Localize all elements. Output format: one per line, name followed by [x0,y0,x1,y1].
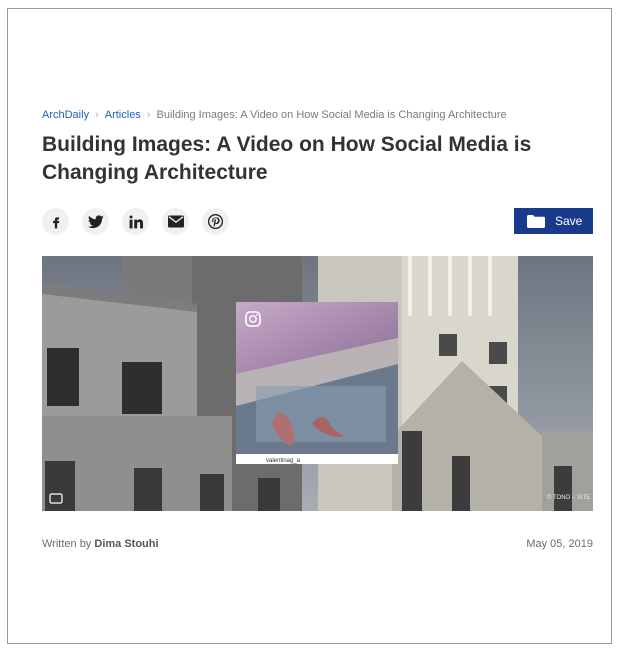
linkedin-share-button[interactable] [122,208,149,235]
breadcrumb-archdaily[interactable]: ArchDaily [42,109,89,121]
save-label: Save [555,214,583,228]
article-title: Building Images: A Video on How Social M… [42,133,532,184]
twitter-icon [87,214,104,228]
twitter-share-button[interactable] [82,208,109,235]
hero-image[interactable]: valentinag_a © TONO – SITE [42,256,593,511]
email-icon [167,215,184,228]
pinterest-share-button[interactable] [202,208,229,235]
byline-prefix: Written by [42,538,92,550]
hero-photo: valentinag_a © TONO – SITE [42,256,593,511]
publish-date: May 05, 2019 [526,538,593,550]
breadcrumb-articles[interactable]: Articles [105,109,141,121]
folder-icon [527,214,545,228]
byline: Written by Dima Stouhi [42,538,159,550]
share-buttons [42,208,229,235]
facebook-icon [52,216,59,228]
breadcrumb: ArchDaily › Articles › Building Images: A Vi… [42,109,507,121]
instagram-username: valentinag_a [266,458,301,464]
breadcrumb-separator: › [146,109,151,121]
linkedin-icon [129,215,143,228]
photo-credit: © TONO – SITE [547,494,590,501]
breadcrumb-current: Building Images: A Video on How Social M… [156,109,507,121]
email-share-button[interactable] [162,208,189,235]
breadcrumb-separator: › [95,109,99,121]
save-button[interactable]: Save [514,208,593,234]
author-name[interactable]: Dima Stouhi [94,538,158,550]
facebook-share-button[interactable] [42,208,69,235]
pinterest-icon [208,214,223,229]
